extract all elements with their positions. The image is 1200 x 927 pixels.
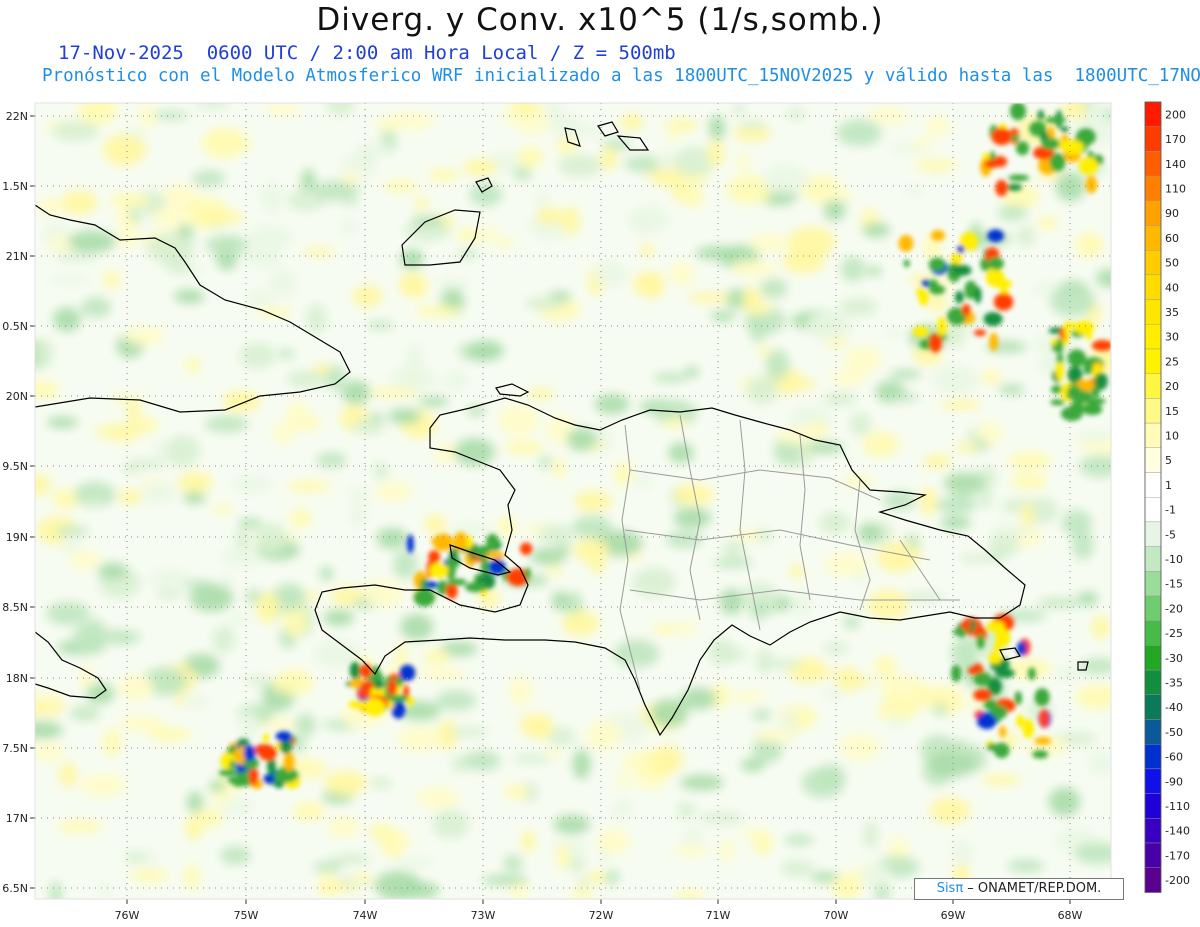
legend-label: -35 [1165,676,1183,689]
legend-label: -60 [1165,751,1183,764]
legend-swatch [1144,669,1162,695]
legend-label: 40 [1165,281,1179,294]
lon-label: 70W [824,909,849,922]
legend-label: 5 [1165,454,1172,467]
legend-label: 140 [1165,158,1186,171]
legend-swatch [1144,694,1162,720]
longitude-labels: 76W 75W 74W 73W 72W 71W 70W 69W 68W [115,899,1083,922]
lat-label: 22N [6,110,28,123]
legend-label: -200 [1165,874,1190,887]
lon-label: 69W [941,909,966,922]
latitude-labels: 22N 1.5N 21N 0.5N 20N 9.5N 19N 8.5N 18N 7.5N 17N 6.… [2,110,35,895]
legend-label: -25 [1165,627,1183,640]
lon-label: 76W [115,909,140,922]
lon-label: 75W [234,909,259,922]
legend-swatch [1144,472,1162,498]
credit-brand: Sisπ [936,881,964,896]
divergence-map: 22N 1.5N 21N 0.5N 20N 9.5N 19N 8.5N 18N 7.5N 17N 6.… [2,101,1190,922]
lat-label: 8.5N [2,601,28,614]
legend-swatch [1144,620,1162,646]
legend-swatch [1144,546,1162,572]
color-legend: 200 170 140 110 90 60 50 40 35 30 25 20 15 10 5 1 -1 -5 -1… [1144,101,1190,893]
legend-swatch [1144,348,1162,374]
credit-box: Sisπ – ONAMET/REP.DOM. [914,878,1124,900]
lon-label: 68W [1058,909,1083,922]
legend-label: 20 [1165,380,1179,393]
legend-swatch [1144,175,1162,202]
legend-label: 200 [1165,108,1186,121]
lat-label: 6.5N [2,882,28,895]
legend-swatch [1144,249,1162,276]
legend-swatch [1144,151,1162,177]
legend-label: -15 [1165,578,1183,591]
legend-label: -1 [1165,504,1176,517]
legend-swatch [1144,719,1162,745]
legend-swatch [1144,867,1162,893]
lon-label: 71W [706,909,731,922]
legend-label: 15 [1165,405,1179,418]
legend-swatch [1144,398,1162,424]
legend-swatch [1144,373,1162,399]
legend-label: 1 [1165,479,1172,492]
lat-label: 19N [6,531,28,544]
legend-label: 90 [1165,207,1179,220]
lat-label: 7.5N [2,742,28,755]
legend-swatch [1144,744,1162,770]
legend-label: -90 [1165,775,1183,788]
lat-label: 18N [6,672,28,685]
legend-swatch [1144,200,1162,226]
legend-swatch [1144,521,1162,547]
legend-label: -170 [1165,849,1190,862]
legend-label: 170 [1165,133,1186,146]
lat-label: 21N [6,250,28,263]
legend-label: -10 [1165,553,1183,566]
legend-swatch [1144,571,1162,597]
legend-swatch [1144,447,1162,473]
lat-label: 9.5N [2,460,28,473]
legend-label: -140 [1165,825,1190,838]
legend-swatch [1144,126,1162,152]
legend-swatch [1144,324,1162,350]
legend-swatch [1144,818,1162,844]
legend-label: 10 [1165,429,1179,442]
lon-label: 74W [353,909,378,922]
legend-label: 50 [1165,257,1179,270]
legend-swatch [1144,274,1162,300]
lat-label: 17N [6,812,28,825]
lon-label: 72W [589,909,614,922]
legend-swatch [1144,225,1162,251]
legend-swatch [1144,768,1162,794]
credit-text: – ONAMET/REP.DOM. [963,881,1102,896]
legend-swatch [1144,422,1162,449]
legend-swatch [1144,793,1162,819]
lon-label: 73W [471,909,496,922]
legend-swatch [1144,842,1162,868]
legend-label: 30 [1165,331,1179,344]
legend-label: 110 [1165,182,1186,195]
legend-label: -5 [1165,528,1176,541]
legend-swatch [1144,645,1162,671]
legend-swatch [1144,101,1162,127]
legend-label: 25 [1165,355,1179,368]
legend-label: 35 [1165,306,1179,319]
legend-swatch [1144,299,1162,325]
legend-swatch [1144,595,1162,621]
legend-label: 60 [1165,232,1179,245]
legend-label: -40 [1165,701,1183,714]
lat-label: 20N [6,390,28,403]
legend-label: -30 [1165,652,1183,665]
legend-swatch [1144,497,1162,523]
legend-label: -20 [1165,602,1183,615]
lat-label: 0.5N [2,320,28,333]
lat-label: 1.5N [2,180,28,193]
legend-label: -110 [1165,800,1190,813]
legend-label: -50 [1165,726,1183,739]
